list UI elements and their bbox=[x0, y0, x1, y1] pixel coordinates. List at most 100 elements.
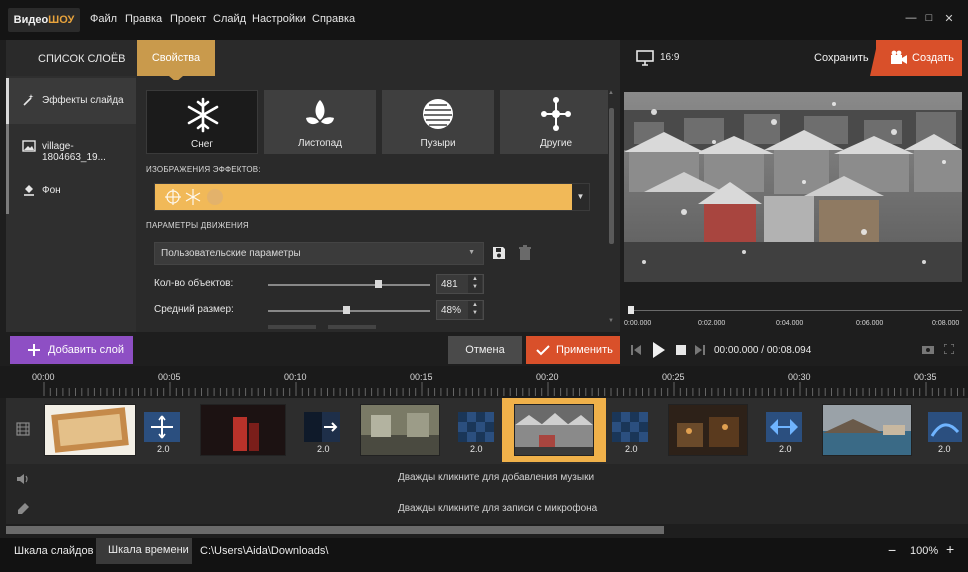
effect-bubbles[interactable]: Пузыри bbox=[382, 90, 494, 154]
effect-snow[interactable]: Снег bbox=[146, 90, 258, 154]
save-button[interactable]: Сохранить bbox=[814, 52, 869, 64]
preview-timeline[interactable]: 0:00.000 0:02.000 0:04.000 0:06.000 0:08… bbox=[622, 300, 964, 332]
cancel-button[interactable]: Отмена bbox=[448, 336, 522, 364]
layer-label: Эффекты слайда bbox=[42, 95, 124, 106]
maximize-icon[interactable]: □ bbox=[922, 12, 936, 28]
apply-button[interactable]: Применить bbox=[526, 336, 620, 364]
effect-other[interactable]: Другие bbox=[500, 90, 612, 154]
mic-track[interactable]: Дважды кликните для записи с микрофона bbox=[6, 494, 968, 524]
transition-tile[interactable] bbox=[144, 412, 180, 442]
playhead[interactable] bbox=[628, 306, 634, 314]
checkmark-icon bbox=[536, 345, 550, 356]
layer-item-slide-effects[interactable]: Эффекты слайда bbox=[6, 78, 136, 124]
count-input[interactable]: 481 ▲ ▼ bbox=[436, 274, 484, 294]
preset-value: Пользовательские параметры bbox=[161, 248, 301, 259]
transition-duration: 2.0 bbox=[317, 444, 330, 454]
skip-back-icon[interactable] bbox=[630, 344, 642, 356]
layer-item-image[interactable]: village-1804663_19... bbox=[6, 124, 136, 170]
skip-forward-icon[interactable] bbox=[694, 344, 706, 356]
zoom-in-icon[interactable]: + bbox=[946, 541, 954, 557]
chevron-down-icon[interactable]: ▼ bbox=[572, 184, 589, 210]
slide-thumbnail[interactable] bbox=[200, 404, 286, 456]
transition-tile[interactable] bbox=[928, 412, 962, 442]
spinner-icon[interactable]: ▲ ▼ bbox=[468, 301, 482, 319]
stop-icon[interactable] bbox=[676, 345, 686, 355]
timecode: 00:00.000 / 00:08.094 bbox=[714, 345, 812, 356]
tab-timeline-view[interactable]: Шкала времени bbox=[96, 538, 192, 564]
tab-timeline-label: Шкала времени bbox=[108, 544, 189, 556]
preview-track bbox=[632, 310, 962, 311]
slide-thumbnail[interactable] bbox=[822, 404, 912, 456]
save-preset-icon[interactable] bbox=[491, 245, 507, 261]
count-slider[interactable] bbox=[268, 284, 430, 286]
menu-help[interactable]: Справка bbox=[312, 13, 355, 25]
hidden-control bbox=[328, 325, 376, 329]
slide-thumbnail-selected[interactable] bbox=[514, 404, 594, 456]
hidden-control bbox=[268, 325, 316, 329]
transition-tile[interactable] bbox=[458, 412, 494, 442]
scroll-up-icon[interactable]: ▲ bbox=[608, 90, 614, 96]
size-input[interactable]: 48% ▲ ▼ bbox=[436, 300, 484, 320]
delete-preset-icon[interactable] bbox=[518, 245, 532, 261]
zoom-out-icon[interactable]: − bbox=[888, 542, 896, 558]
layer-item-background[interactable]: Фон bbox=[6, 168, 136, 214]
zoom-level: 100% bbox=[910, 545, 939, 557]
layer-indicator bbox=[6, 78, 9, 124]
plus-icon bbox=[28, 344, 40, 356]
transition-tile[interactable] bbox=[304, 412, 340, 442]
speaker-icon bbox=[17, 474, 28, 484]
aspect-ratio[interactable]: 16:9 bbox=[660, 52, 679, 63]
size-value: 48% bbox=[441, 305, 462, 316]
menu-settings[interactable]: Настройки bbox=[252, 13, 306, 25]
scroll-down-icon[interactable]: ▼ bbox=[608, 318, 614, 324]
menu-file[interactable]: Файл bbox=[90, 13, 117, 25]
preview-tick: 0:02.000 bbox=[698, 320, 726, 327]
monitor-icon[interactable] bbox=[636, 50, 654, 66]
scrollbar-thumb[interactable] bbox=[609, 108, 614, 244]
count-slider-thumb[interactable] bbox=[375, 280, 383, 288]
paint-bucket-icon bbox=[22, 183, 36, 197]
ruler-label: 00:15 bbox=[410, 372, 433, 382]
preview-tick: 0:00.000 bbox=[624, 320, 652, 327]
layers-tab-label[interactable]: СПИСОК СЛОЁВ bbox=[38, 53, 126, 65]
effect-images-selector[interactable] bbox=[154, 183, 590, 211]
effect-leaves[interactable]: Листопад bbox=[264, 90, 376, 154]
transition-tile[interactable] bbox=[612, 412, 648, 442]
video-camera-icon bbox=[891, 50, 907, 64]
preset-select[interactable]: Пользовательские параметры ▼ bbox=[154, 242, 484, 265]
create-button[interactable]: Создать bbox=[876, 40, 962, 76]
play-icon[interactable] bbox=[652, 341, 666, 359]
tab-properties[interactable]: Свойства bbox=[137, 40, 215, 76]
size-slider-thumb[interactable] bbox=[342, 306, 350, 314]
add-layer-button[interactable]: Добавить слой bbox=[10, 336, 133, 364]
minimize-icon[interactable]: — bbox=[904, 12, 918, 28]
slide-thumbnail[interactable] bbox=[360, 404, 440, 456]
menu-project[interactable]: Проект bbox=[170, 13, 206, 25]
ruler-label: 00:10 bbox=[284, 372, 307, 382]
spinner-icon[interactable]: ▲ ▼ bbox=[468, 275, 482, 293]
ruler-label: 00:20 bbox=[536, 372, 559, 382]
menu-edit[interactable]: Правка bbox=[125, 13, 162, 25]
create-label: Создать bbox=[912, 52, 954, 64]
music-hint: Дважды кликните для добавления музыки bbox=[398, 472, 595, 483]
menu-slide[interactable]: Слайд bbox=[213, 13, 246, 25]
timeline-ruler[interactable] bbox=[0, 366, 968, 398]
param-count-label: Кол-во объектов: bbox=[154, 278, 234, 289]
snowflake-thumbnails bbox=[165, 189, 223, 205]
slide-thumbnail[interactable] bbox=[44, 404, 136, 456]
app-logo: ВидеоШОУ bbox=[8, 8, 80, 32]
tab-slide-view[interactable]: Шкала слайдов bbox=[14, 545, 93, 557]
timeline-scrollbar[interactable] bbox=[6, 526, 664, 534]
snapshot-icon[interactable] bbox=[922, 344, 934, 354]
fullscreen-icon[interactable] bbox=[944, 344, 954, 354]
preview-tick: 0:04.000 bbox=[776, 320, 804, 327]
transition-tile[interactable] bbox=[766, 412, 802, 442]
close-icon[interactable]: ✕ bbox=[942, 12, 956, 28]
magic-wand-icon bbox=[22, 93, 36, 107]
ruler-label: 00:25 bbox=[662, 372, 685, 382]
music-track[interactable]: Дважды кликните для добавления музыки bbox=[6, 464, 968, 494]
slide-thumbnail[interactable] bbox=[668, 404, 748, 456]
ruler-label: 00:00 bbox=[32, 372, 55, 382]
snowflake-icon bbox=[187, 97, 219, 133]
leaves-icon bbox=[306, 100, 334, 125]
